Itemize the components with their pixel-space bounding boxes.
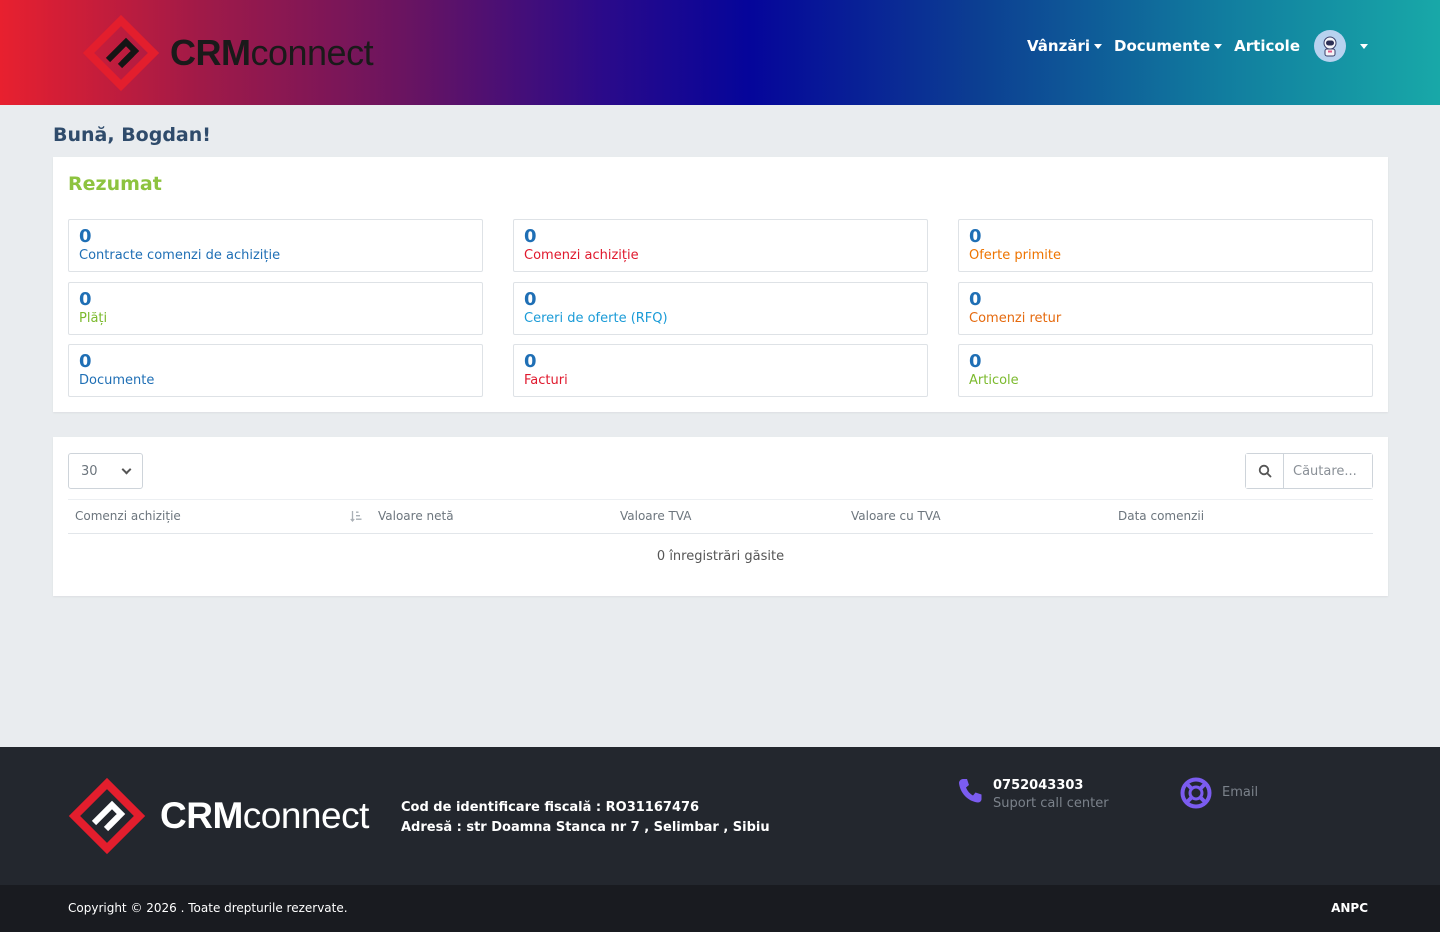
stat-label: Comenzi retur bbox=[969, 311, 1062, 326]
table-header: Comenzi achiziție Valoare netă Valoare T… bbox=[68, 499, 1373, 534]
column-valoare-tva[interactable]: Valoare TVA bbox=[620, 509, 692, 523]
stat-facturi[interactable]: 0 Facturi bbox=[513, 344, 928, 397]
empty-table-message: 0 înregistrări găsite bbox=[656, 549, 785, 564]
stat-label: Articole bbox=[969, 373, 1019, 388]
stat-count: 0 bbox=[524, 289, 537, 310]
column-data-comenzii[interactable]: Data comenzii bbox=[1118, 509, 1204, 523]
column-valoare-neta[interactable]: Valoare netă bbox=[378, 509, 454, 523]
stat-count: 0 bbox=[969, 226, 982, 247]
search-button[interactable] bbox=[1246, 454, 1284, 488]
stat-count: 0 bbox=[79, 226, 92, 247]
company-address: Adresă : str Doamna Stanca nr 7 , Selimb… bbox=[401, 820, 770, 835]
nav-item-vanzari[interactable]: Vânzări bbox=[1027, 37, 1102, 55]
footer: CRMconnect Cod de identificare fiscală :… bbox=[0, 747, 1440, 885]
copyright-bar: Copyright © 2026 . Toate drepturile reze… bbox=[0, 885, 1440, 932]
page-size-select[interactable]: 30 bbox=[68, 453, 143, 489]
stat-label: Oferte primite bbox=[969, 248, 1061, 263]
stat-label: Comenzi achiziție bbox=[524, 248, 639, 263]
brand-name: CRMconnect bbox=[160, 795, 369, 836]
stat-count: 0 bbox=[969, 289, 982, 310]
top-header: CRMconnect Vânzări Documente Articole bbox=[0, 0, 1440, 105]
lifebuoy-icon bbox=[1180, 777, 1212, 809]
anpc-link[interactable]: ANPC bbox=[1331, 901, 1368, 915]
orders-table-card: 30 Comenzi achiziție Valoare netă Valoar… bbox=[53, 437, 1388, 596]
fiscal-code: Cod de identificare fiscală : RO31167476 bbox=[401, 800, 700, 815]
stat-label: Contracte comenzi de achiziție bbox=[79, 248, 281, 263]
stat-articole[interactable]: 0 Articole bbox=[958, 344, 1373, 397]
brand-name: CRMconnect bbox=[170, 32, 374, 73]
stat-count: 0 bbox=[79, 289, 92, 310]
stat-oferte-primite[interactable]: 0 Oferte primite bbox=[958, 219, 1373, 272]
main-nav: Vânzări Documente Articole bbox=[1027, 28, 1368, 64]
phone-contact[interactable]: 0752043303 Suport call center bbox=[957, 777, 1109, 812]
user-menu[interactable] bbox=[1312, 30, 1368, 62]
stat-cereri-oferte[interactable]: 0 Cereri de oferte (RFQ) bbox=[513, 282, 928, 335]
stat-contracte[interactable]: 0 Contracte comenzi de achiziție bbox=[68, 219, 483, 272]
nav-item-articole[interactable]: Articole bbox=[1234, 37, 1300, 55]
crm-logo-icon bbox=[82, 14, 160, 92]
stat-label: Documente bbox=[79, 373, 155, 388]
stat-label: Plăți bbox=[79, 311, 108, 326]
phone-label: Suport call center bbox=[993, 796, 1109, 811]
page-greeting: Bună, Bogdan! bbox=[53, 124, 211, 146]
search-group bbox=[1245, 453, 1373, 489]
phone-icon bbox=[959, 779, 982, 803]
stat-count: 0 bbox=[524, 226, 537, 247]
crm-logo-icon bbox=[68, 777, 146, 855]
summary-card: Rezumat 0 Contracte comenzi de achiziție… bbox=[53, 157, 1388, 412]
stat-count: 0 bbox=[79, 351, 92, 372]
stat-count: 0 bbox=[969, 351, 982, 372]
search-icon bbox=[1258, 464, 1271, 478]
email-label: Email bbox=[1222, 785, 1259, 800]
stat-documente[interactable]: 0 Documente bbox=[68, 344, 483, 397]
sort-ascending-icon[interactable] bbox=[350, 510, 362, 522]
phone-number: 0752043303 bbox=[993, 778, 1084, 793]
stat-comenzi-retur[interactable]: 0 Comenzi retur bbox=[958, 282, 1373, 335]
email-contact[interactable]: Email bbox=[1180, 777, 1258, 809]
stat-plati[interactable]: 0 Plăți bbox=[68, 282, 483, 335]
summary-title: Rezumat bbox=[68, 173, 162, 195]
stat-label: Cereri de oferte (RFQ) bbox=[524, 311, 668, 326]
caret-down-icon bbox=[1094, 43, 1102, 49]
column-comenzi-achizitie[interactable]: Comenzi achiziție bbox=[75, 509, 181, 523]
nav-item-documente[interactable]: Documente bbox=[1114, 37, 1223, 55]
chevron-down-icon bbox=[121, 464, 132, 474]
stat-comenzi-achizitie[interactable]: 0 Comenzi achiziție bbox=[513, 219, 928, 272]
company-info: Cod de identificare fiscală : RO31167476… bbox=[401, 798, 770, 838]
stat-count: 0 bbox=[524, 351, 537, 372]
brand-logo[interactable]: CRMconnect bbox=[82, 14, 382, 92]
copyright-text: Copyright © 2026 . Toate drepturile reze… bbox=[68, 901, 348, 915]
stat-label: Facturi bbox=[524, 373, 568, 388]
search-input[interactable] bbox=[1284, 454, 1372, 488]
astronaut-avatar-icon bbox=[1314, 30, 1346, 62]
caret-down-icon bbox=[1214, 43, 1223, 49]
column-valoare-cu-tva[interactable]: Valoare cu TVA bbox=[851, 509, 941, 523]
caret-down-icon bbox=[1360, 43, 1368, 49]
footer-logo[interactable]: CRMconnect bbox=[68, 777, 369, 855]
